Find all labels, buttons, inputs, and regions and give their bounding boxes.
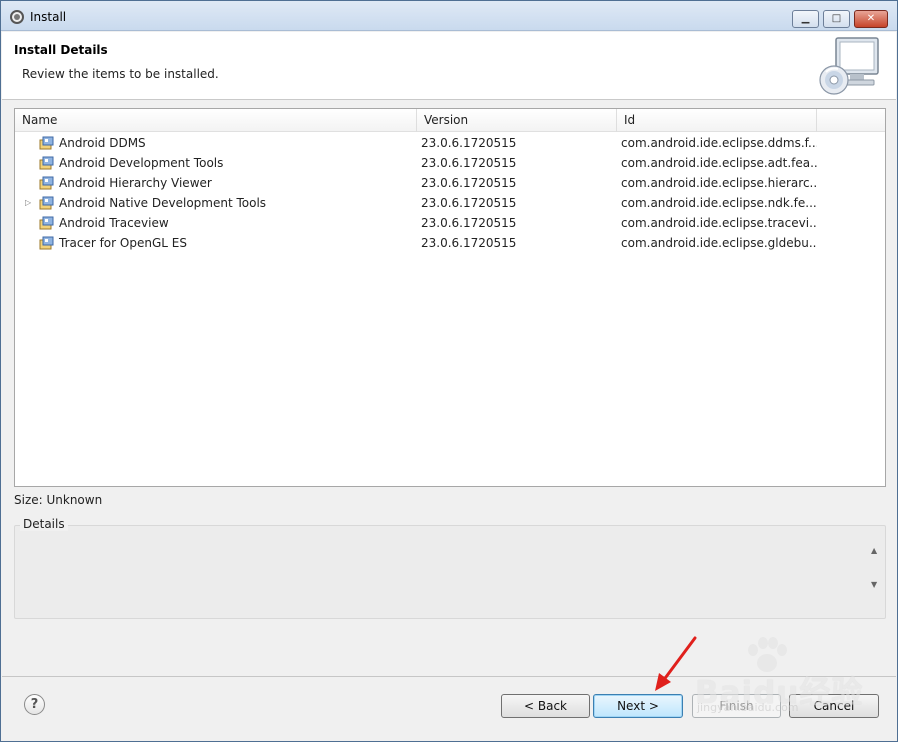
feature-plugin-icon xyxy=(39,236,54,250)
eclipse-icon xyxy=(10,10,24,24)
watermark-url: jingyan.baidu.com xyxy=(697,701,799,714)
details-label: Details xyxy=(20,517,68,531)
item-id: com.android.ide.eclipse.adt.fea... xyxy=(621,156,817,170)
feature-plugin-icon xyxy=(39,136,54,150)
item-name: Tracer for OpenGL ES xyxy=(59,236,187,250)
item-name: Android Native Development Tools xyxy=(59,196,267,210)
window-title: Install xyxy=(30,10,67,24)
table-row[interactable]: Tracer for OpenGL ES 23.0.6.1720515 com.an… xyxy=(15,233,885,253)
item-id: com.android.ide.eclipse.ndk.fe... xyxy=(621,196,817,210)
wizard-header: Install Details Review the items to be i… xyxy=(2,32,896,100)
item-id: com.android.ide.eclipse.tracevi... xyxy=(621,216,817,230)
details-scrollbar[interactable]: ▲ ▼ xyxy=(868,542,884,594)
title-bar[interactable]: Install ▁ □ ✕ xyxy=(1,1,897,31)
table-row[interactable]: Android DDMS 23.0.6.1720515 com.android.id… xyxy=(15,133,885,153)
item-id: com.android.ide.eclipse.ddms.f... xyxy=(621,136,817,150)
item-version: 23.0.6.1720515 xyxy=(421,196,517,210)
table-row[interactable]: Android Development Tools 23.0.6.1720515 c… xyxy=(15,153,885,173)
item-id: com.android.ide.eclipse.gldebu... xyxy=(621,236,817,250)
page-title: Install Details xyxy=(14,43,108,57)
feature-plugin-icon xyxy=(39,216,54,230)
item-version: 23.0.6.1720515 xyxy=(421,136,517,150)
size-label: Size: Unknown xyxy=(14,493,103,507)
column-header-name[interactable]: Name xyxy=(15,109,417,132)
item-version: 23.0.6.1720515 xyxy=(421,176,517,190)
item-name: Android Development Tools xyxy=(59,156,224,170)
feature-plugin-icon xyxy=(39,156,54,170)
item-version: 23.0.6.1720515 xyxy=(421,216,517,230)
table-row[interactable]: ▷ Android Native Development Tools 23.0.6.… xyxy=(15,193,885,213)
table-row[interactable]: Android Hierarchy Viewer 23.0.6.1720515 co… xyxy=(15,173,885,193)
column-header-id[interactable]: Id xyxy=(617,109,817,132)
expand-arrow-icon[interactable]: ▷ xyxy=(25,193,31,213)
feature-plugin-icon xyxy=(39,196,54,210)
install-dialog: Install ▁ □ ✕ Install Details Review the… xyxy=(0,0,898,742)
scroll-up-icon[interactable]: ▲ xyxy=(871,546,877,555)
help-button[interactable]: ? xyxy=(24,694,45,715)
item-name: Android Hierarchy Viewer xyxy=(59,176,212,190)
back-button[interactable]: < Back xyxy=(501,694,590,718)
item-name: Android DDMS xyxy=(59,136,146,150)
install-items-table: Name Version Id Android DDMS 23.0.6.17205… xyxy=(14,108,886,487)
table-row[interactable]: Android Traceview 23.0.6.1720515 com.andro… xyxy=(15,213,885,233)
item-version: 23.0.6.1720515 xyxy=(421,236,517,250)
install-computer-icon xyxy=(819,37,879,95)
baidu-watermark: Baidu经验 jingyan.baidu.com xyxy=(687,635,897,725)
table-header: Name Version Id xyxy=(15,109,885,132)
scroll-down-icon[interactable]: ▼ xyxy=(871,580,877,589)
details-group: Details ▲ ▼ xyxy=(14,517,886,619)
page-description: Review the items to be installed. xyxy=(22,67,219,81)
minimize-button[interactable]: ▁ xyxy=(792,10,819,28)
column-header-version[interactable]: Version xyxy=(417,109,617,132)
item-version: 23.0.6.1720515 xyxy=(421,156,517,170)
next-button[interactable]: Next > xyxy=(593,694,683,718)
maximize-button[interactable]: □ xyxy=(823,10,850,28)
close-button[interactable]: ✕ xyxy=(854,10,888,28)
item-name: Android Traceview xyxy=(59,216,169,230)
feature-plugin-icon xyxy=(39,176,54,190)
item-id: com.android.ide.eclipse.hierarc... xyxy=(621,176,817,190)
table-body: Android DDMS 23.0.6.1720515 com.android.id… xyxy=(15,133,885,253)
